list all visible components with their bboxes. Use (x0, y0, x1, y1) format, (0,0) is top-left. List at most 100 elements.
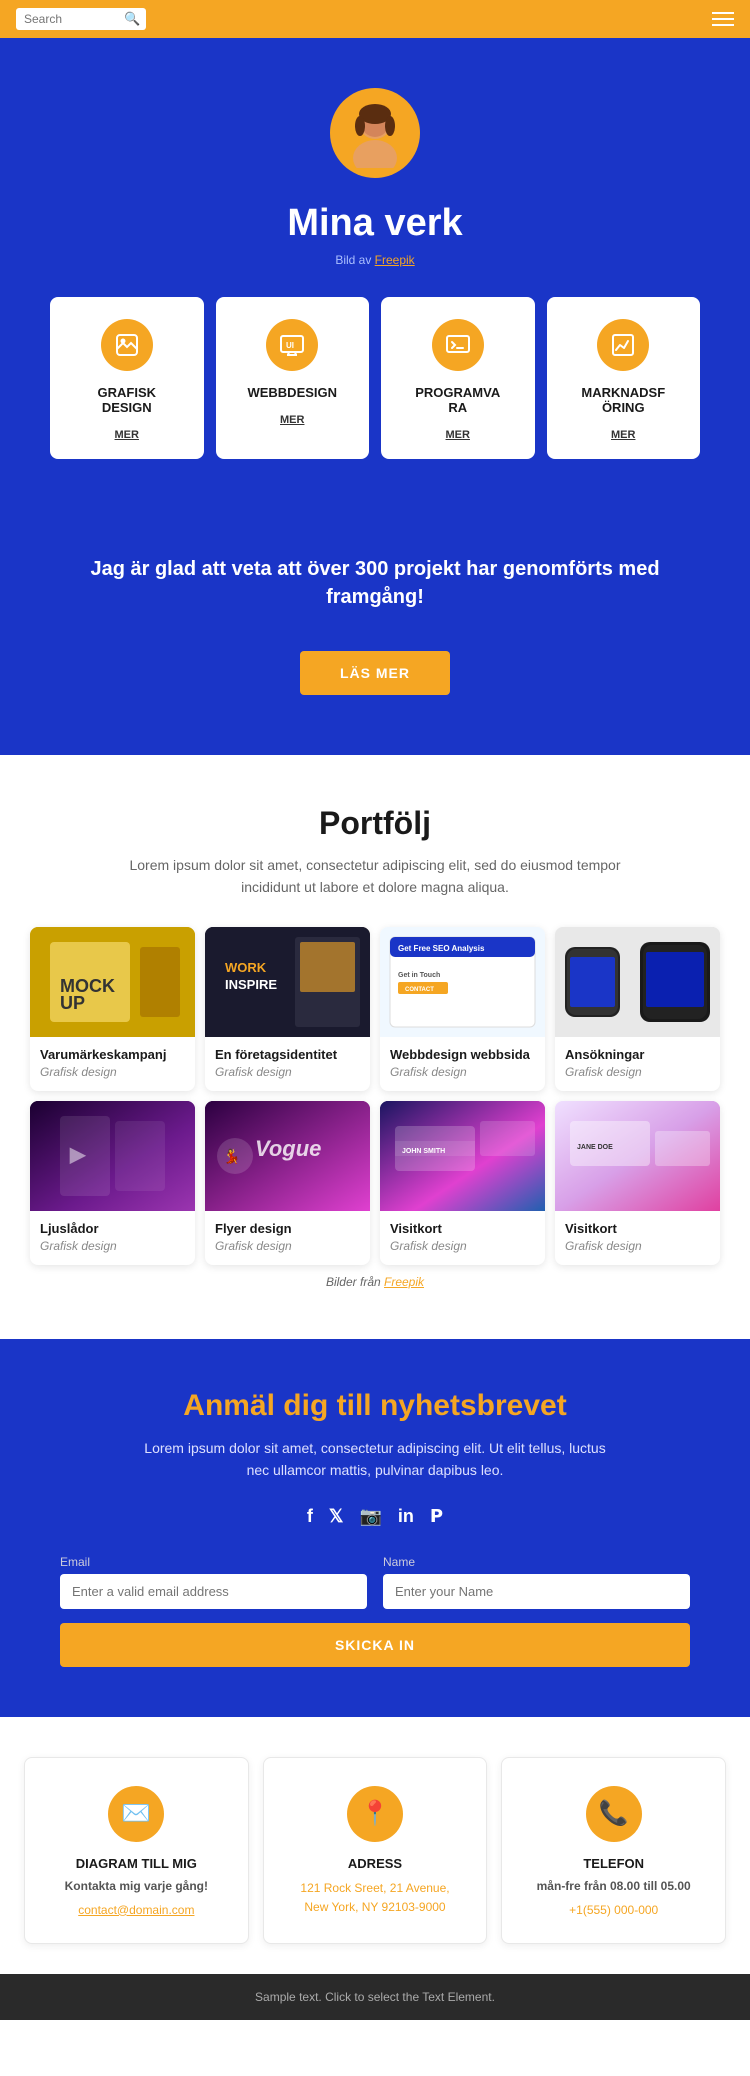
svg-text:▶: ▶ (69, 1144, 87, 1166)
linkedin-icon[interactable]: in (398, 1506, 414, 1527)
portfolio-info-8: Visitkort Grafisk design (555, 1211, 720, 1265)
social-icons: f 𝕏 📷 in 𝗣 (60, 1506, 690, 1527)
portfolio-img-2: WORKINSPIRE (205, 927, 370, 1037)
promo-section: Jag är glad att veta att över 300 projek… (0, 555, 750, 755)
portfolio-section: Portfölj Lorem ipsum dolor sit amet, con… (0, 755, 750, 1339)
service-card-webb[interactable]: UI WEBBDESIGN MER (216, 297, 370, 459)
contact-phone-title: TELEFON (520, 1856, 707, 1871)
contact-card-email: ✉️ DIAGRAM TILL MIG Kontakta mig varje g… (24, 1757, 249, 1944)
portfolio-title-1: Varumärkeskampanj (40, 1047, 185, 1062)
email-label: Email (60, 1555, 367, 1569)
svg-text:JOHN SMITH: JOHN SMITH (402, 1148, 445, 1155)
contact-email-sub: Kontakta mig varje gång! (43, 1879, 230, 1893)
las-mer-button[interactable]: LÄS MER (300, 651, 450, 695)
svg-text:UP: UP (60, 993, 85, 1013)
hero-section: Mina verk Bild av Freepik GRAFISKDESIGN … (0, 38, 750, 555)
portfolio-title-5: Ljuslådor (40, 1221, 185, 1236)
twitter-icon[interactable]: 𝕏 (329, 1506, 344, 1527)
portfolio-title: Portfölj (30, 805, 720, 842)
contact-card-phone: 📞 TELEFON mån-fre från 08.00 till 05.00 … (501, 1757, 726, 1944)
hero-title: Mina verk (40, 202, 710, 245)
service-cards: GRAFISKDESIGN MER UI WEBBDESIGN MER PROG… (40, 297, 710, 459)
portfolio-img-1: MOCKUP (30, 927, 195, 1037)
svg-text:Vogue: Vogue (255, 1136, 321, 1161)
search-box[interactable]: 🔍 (16, 8, 146, 30)
svg-text:💃: 💃 (223, 1148, 240, 1165)
portfolio-title-7: Visitkort (390, 1221, 535, 1236)
portfolio-cat-7: Grafisk design (390, 1239, 535, 1253)
svg-text:INSPIRE: INSPIRE (225, 977, 277, 992)
contact-address-title: ADRESS (282, 1856, 469, 1871)
newsletter-title: Anmäl dig till nyhetsbrevet (60, 1389, 690, 1423)
portfolio-item-3[interactable]: Get Free SEO AnalysisGet in TouchCONTACT… (380, 927, 545, 1091)
portfolio-description: Lorem ipsum dolor sit amet, consectetur … (125, 854, 625, 899)
portfolio-item-8[interactable]: JANE DOE Visitkort Grafisk design (555, 1101, 720, 1265)
mer-link-grafisk[interactable]: MER (115, 429, 139, 441)
svg-text:JANE DOE: JANE DOE (577, 1144, 613, 1151)
portfolio-title-6: Flyer design (215, 1221, 360, 1236)
portfolio-img-7: JOHN SMITH (380, 1101, 545, 1211)
portfolio-item-1[interactable]: MOCKUP Varumärkeskampanj Grafisk design (30, 927, 195, 1091)
email-input[interactable] (60, 1574, 367, 1609)
portfolio-info-5: Ljuslådor Grafisk design (30, 1211, 195, 1265)
service-title-program: PROGRAMVARA (393, 385, 523, 415)
portfolio-cat-1: Grafisk design (40, 1065, 185, 1079)
service-card-grafisk[interactable]: GRAFISKDESIGN MER (50, 297, 204, 459)
facebook-icon[interactable]: f (307, 1506, 313, 1527)
contact-email-title: DIAGRAM TILL MIG (43, 1856, 230, 1871)
instagram-icon[interactable]: 📷 (359, 1506, 381, 1527)
pinterest-icon[interactable]: 𝗣 (430, 1506, 443, 1527)
skicka-button[interactable]: SKICKA IN (60, 1623, 690, 1667)
bilder-credit: Bilder från Freepik (30, 1275, 720, 1289)
portfolio-info-1: Varumärkeskampanj Grafisk design (30, 1037, 195, 1091)
portfolio-info-4: Ansökningar Grafisk design (555, 1037, 720, 1091)
avatar (330, 88, 420, 178)
contact-phone-link[interactable]: +1(555) 000-000 (569, 1903, 658, 1917)
service-card-program[interactable]: PROGRAMVARA MER (381, 297, 535, 459)
portfolio-item-2[interactable]: WORKINSPIRE En företagsidentitet Grafisk… (205, 927, 370, 1091)
portfolio-cat-8: Grafisk design (565, 1239, 710, 1253)
portfolio-item-4[interactable]: Ansökningar Grafisk design (555, 927, 720, 1091)
mer-link-webb[interactable]: MER (280, 414, 304, 426)
portfolio-info-3: Webbdesign webbsida Grafisk design (380, 1037, 545, 1091)
portfolio-img-4 (555, 927, 720, 1037)
freepik-link[interactable]: Freepik (375, 253, 415, 267)
portfolio-info-7: Visitkort Grafisk design (380, 1211, 545, 1265)
search-icon: 🔍 (124, 11, 140, 27)
portfolio-title-8: Visitkort (565, 1221, 710, 1236)
contact-cards: ✉️ DIAGRAM TILL MIG Kontakta mig varje g… (24, 1757, 726, 1944)
service-title-marknad: MARKNADSFÖRING (559, 385, 689, 415)
svg-text:UI: UI (286, 341, 294, 350)
name-input[interactable] (383, 1574, 690, 1609)
portfolio-item-5[interactable]: ▶ Ljuslådor Grafisk design (30, 1101, 195, 1265)
portfolio-cat-5: Grafisk design (40, 1239, 185, 1253)
promo-text: Jag är glad att veta att över 300 projek… (0, 555, 750, 631)
portfolio-grid: MOCKUP Varumärkeskampanj Grafisk design … (30, 927, 720, 1265)
newsletter-section: Anmäl dig till nyhetsbrevet Lorem ipsum … (0, 1339, 750, 1717)
header: 🔍 (0, 0, 750, 38)
service-card-marknad[interactable]: MARKNADSFÖRING MER (547, 297, 701, 459)
grafisk-icon (101, 319, 153, 371)
svg-text:Get in Touch: Get in Touch (398, 972, 440, 979)
contact-email-link[interactable]: contact@domain.com (78, 1903, 194, 1917)
name-group: Name (383, 1555, 690, 1609)
phone-contact-icon: 📞 (586, 1786, 642, 1842)
portfolio-item-6[interactable]: Vogue💃 Flyer design Grafisk design (205, 1101, 370, 1265)
hamburger-menu[interactable] (712, 12, 734, 26)
email-group: Email (60, 1555, 367, 1609)
portfolio-img-3: Get Free SEO AnalysisGet in TouchCONTACT (380, 927, 545, 1037)
footer-text: Sample text. Click to select the Text El… (255, 1990, 495, 2004)
portfolio-img-6: Vogue 💃 (205, 1101, 370, 1211)
search-input[interactable] (24, 12, 124, 26)
svg-text:CONTACT: CONTACT (405, 987, 434, 993)
portfolio-img-8: JANE DOE (555, 1101, 720, 1211)
freepik-portfolio-link[interactable]: Freepik (384, 1275, 424, 1289)
newsletter-form: Email Name (60, 1555, 690, 1609)
portfolio-title-3: Webbdesign webbsida (390, 1047, 535, 1062)
portfolio-item-7[interactable]: JOHN SMITH Visitkort Grafisk design (380, 1101, 545, 1265)
mer-link-program[interactable]: MER (446, 429, 470, 441)
mer-link-marknad[interactable]: MER (611, 429, 635, 441)
email-contact-icon: ✉️ (108, 1786, 164, 1842)
bild-credit: Bild av Freepik (40, 253, 710, 267)
portfolio-cat-2: Grafisk design (215, 1065, 360, 1079)
